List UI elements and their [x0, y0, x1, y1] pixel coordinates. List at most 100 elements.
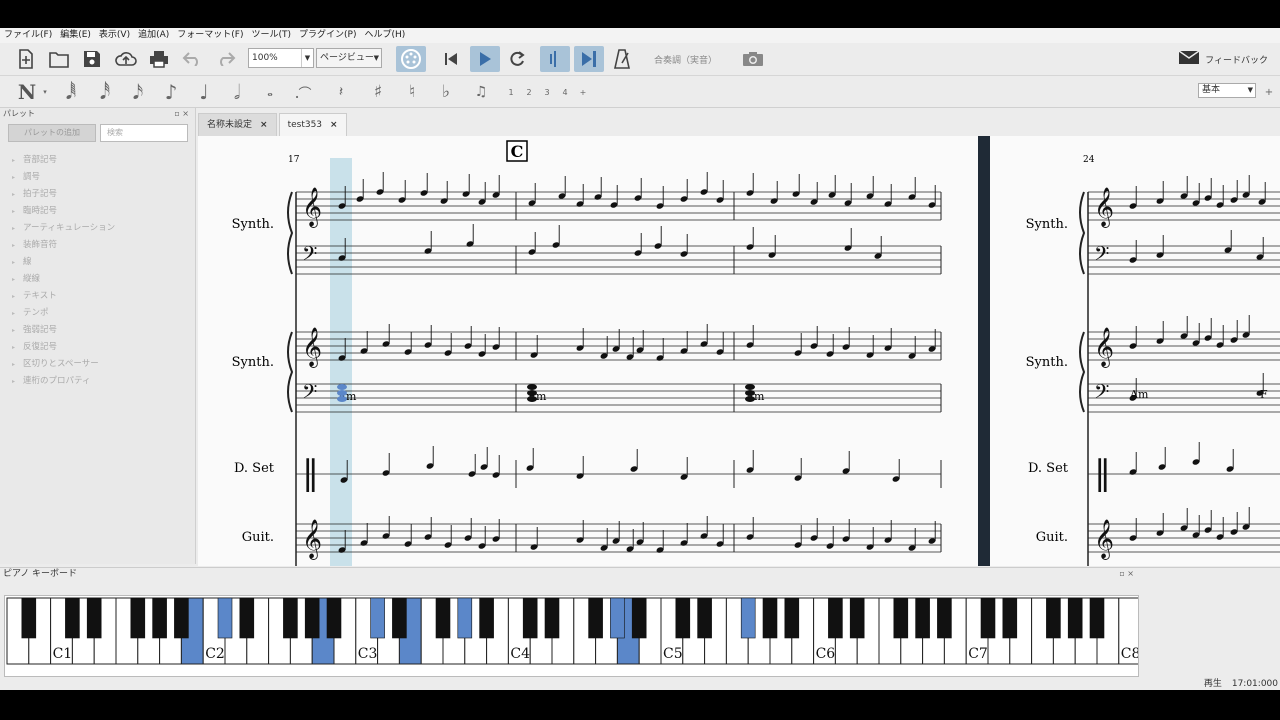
metronome-icon[interactable] [610, 47, 634, 71]
menu-file[interactable]: ファイル(F) [0, 28, 56, 43]
16th-note-icon[interactable]: 𝅘𝅥𝅯 [127, 76, 149, 108]
black-key[interactable] [828, 597, 843, 639]
rest-icon[interactable]: 𝄽 [328, 76, 354, 108]
black-key[interactable] [174, 597, 189, 639]
black-key[interactable] [1067, 597, 1083, 639]
score-canvas[interactable]: C 17 24 Synth. Synth. D. Set Guit. Synth… [198, 136, 1280, 566]
black-key[interactable] [283, 597, 298, 639]
palette-item[interactable]: 線 [12, 254, 115, 271]
black-key[interactable] [522, 597, 538, 639]
instrument-label[interactable]: Guit. [242, 530, 274, 545]
menu-format[interactable]: フォーマット(F) [173, 28, 247, 43]
black-key[interactable] [479, 597, 494, 639]
black-key[interactable] [435, 597, 451, 639]
piano-keys[interactable]: C1 C2 C3 C4 C5 C6 C7 C8 [5, 596, 1142, 676]
black-key[interactable] [370, 597, 385, 639]
instrument-label[interactable]: Synth. [232, 355, 274, 370]
chevron-down-icon[interactable]: ▼ [301, 49, 313, 67]
half-note-icon[interactable]: 𝅗𝅥 [226, 76, 248, 108]
32nd-note-icon[interactable]: 𝅘𝅥𝅰 [94, 76, 116, 108]
black-key[interactable] [21, 597, 37, 639]
close-icon[interactable]: ▫ × [174, 109, 189, 118]
close-icon[interactable]: ▫ × [1119, 569, 1134, 578]
black-key[interactable] [544, 597, 560, 639]
flip-direction-icon[interactable]: ♫ [468, 76, 494, 108]
chevron-down-icon[interactable]: ▾ [40, 76, 50, 108]
black-key[interactable] [1046, 597, 1061, 639]
view-mode-select[interactable]: ページビュー ▼ [316, 48, 382, 68]
black-key[interactable] [239, 597, 255, 639]
concert-pitch-toggle[interactable]: 合奏調（実音） [654, 47, 717, 71]
loop-out-button[interactable] [574, 46, 604, 72]
black-key[interactable] [893, 597, 909, 639]
black-key[interactable] [588, 597, 603, 639]
black-key[interactable] [130, 597, 146, 639]
eighth-note-icon[interactable]: ♪ [160, 76, 182, 108]
cloud-upload-icon[interactable] [113, 47, 139, 71]
palette-item[interactable]: 拍子記号 [12, 186, 115, 203]
palette-item[interactable]: 調号 [12, 169, 115, 186]
natural-icon[interactable]: ♮ [400, 76, 424, 108]
black-key[interactable] [392, 597, 407, 639]
black-key[interactable] [610, 597, 625, 639]
voice-4-button[interactable]: 4 [558, 76, 572, 108]
palette-item[interactable]: 装飾音符 [12, 237, 115, 254]
menu-add[interactable]: 追加(A) [134, 28, 173, 43]
black-key[interactable] [1089, 597, 1105, 639]
add-palette-button[interactable]: パレットの追加 [8, 124, 96, 142]
instrument-label[interactable]: Synth. [232, 217, 274, 232]
midi-input-button[interactable] [396, 46, 426, 72]
black-key[interactable] [697, 597, 712, 639]
new-score-icon[interactable] [14, 47, 38, 71]
palette-search-input[interactable]: 検索 [100, 124, 188, 142]
palette-item[interactable]: 強弱記号 [12, 322, 115, 339]
tab-untitled[interactable]: 名称未設定 × [198, 113, 277, 136]
close-icon[interactable]: × [260, 120, 268, 130]
palette-item[interactable]: 区切りとスペーサー [12, 356, 115, 373]
whole-note-icon[interactable]: 𝅝 [259, 76, 281, 108]
instrument-label[interactable]: D. Set [234, 461, 275, 476]
black-key[interactable] [915, 597, 930, 639]
black-key[interactable] [784, 597, 800, 639]
palette-item[interactable]: アーティキュレーション [12, 220, 115, 237]
black-key[interactable] [217, 597, 233, 639]
menu-help[interactable]: ヘルプ(H) [360, 28, 409, 43]
voice-2-button[interactable]: 2 [522, 76, 536, 108]
play-button[interactable] [470, 46, 500, 72]
print-icon[interactable] [147, 47, 171, 71]
64th-note-icon[interactable]: 𝅘𝅥𝅱 [60, 76, 82, 108]
palette-item[interactable]: 反復記号 [12, 339, 115, 356]
sharp-icon[interactable]: ♯ [366, 76, 390, 108]
palette-item[interactable]: 連桁のプロパティ [12, 373, 115, 390]
black-key[interactable] [849, 597, 865, 639]
save-icon[interactable] [80, 47, 104, 71]
piano-keyboard[interactable]: C1 C2 C3 C4 C5 C6 C7 C8 [4, 595, 1142, 677]
voice-3-button[interactable]: 3 [540, 76, 554, 108]
instrument-label[interactable]: Synth. [1026, 217, 1068, 232]
instrument-label[interactable]: D. Set [1028, 461, 1069, 476]
add-workspace-button[interactable]: + [1262, 76, 1276, 108]
instrument-label[interactable]: Synth. [1026, 355, 1068, 370]
camera-icon[interactable] [740, 47, 766, 71]
tab-test353[interactable]: test353 × [278, 113, 347, 136]
black-key[interactable] [152, 597, 167, 639]
black-key[interactable] [762, 597, 778, 639]
black-key[interactable] [457, 597, 473, 639]
redo-icon[interactable] [214, 47, 238, 71]
black-key[interactable] [86, 597, 102, 639]
note-input-mode-icon[interactable]: 𝐍 [14, 76, 40, 108]
tie-icon[interactable]: ⌒ [292, 76, 318, 108]
voice-1-button[interactable]: 1 [504, 76, 518, 108]
more-icon[interactable]: + [576, 76, 590, 108]
black-key[interactable] [740, 597, 756, 639]
open-folder-icon[interactable] [47, 47, 71, 71]
undo-icon[interactable] [180, 47, 204, 71]
quarter-note-icon[interactable]: ♩ [193, 76, 215, 108]
palette-item[interactable]: 音部記号 [12, 152, 115, 169]
menu-view[interactable]: 表示(V) [95, 28, 134, 43]
black-key[interactable] [326, 597, 342, 639]
black-key[interactable] [1002, 597, 1018, 639]
black-key[interactable] [631, 597, 647, 639]
rewind-icon[interactable] [439, 47, 463, 71]
black-key[interactable] [304, 597, 320, 639]
